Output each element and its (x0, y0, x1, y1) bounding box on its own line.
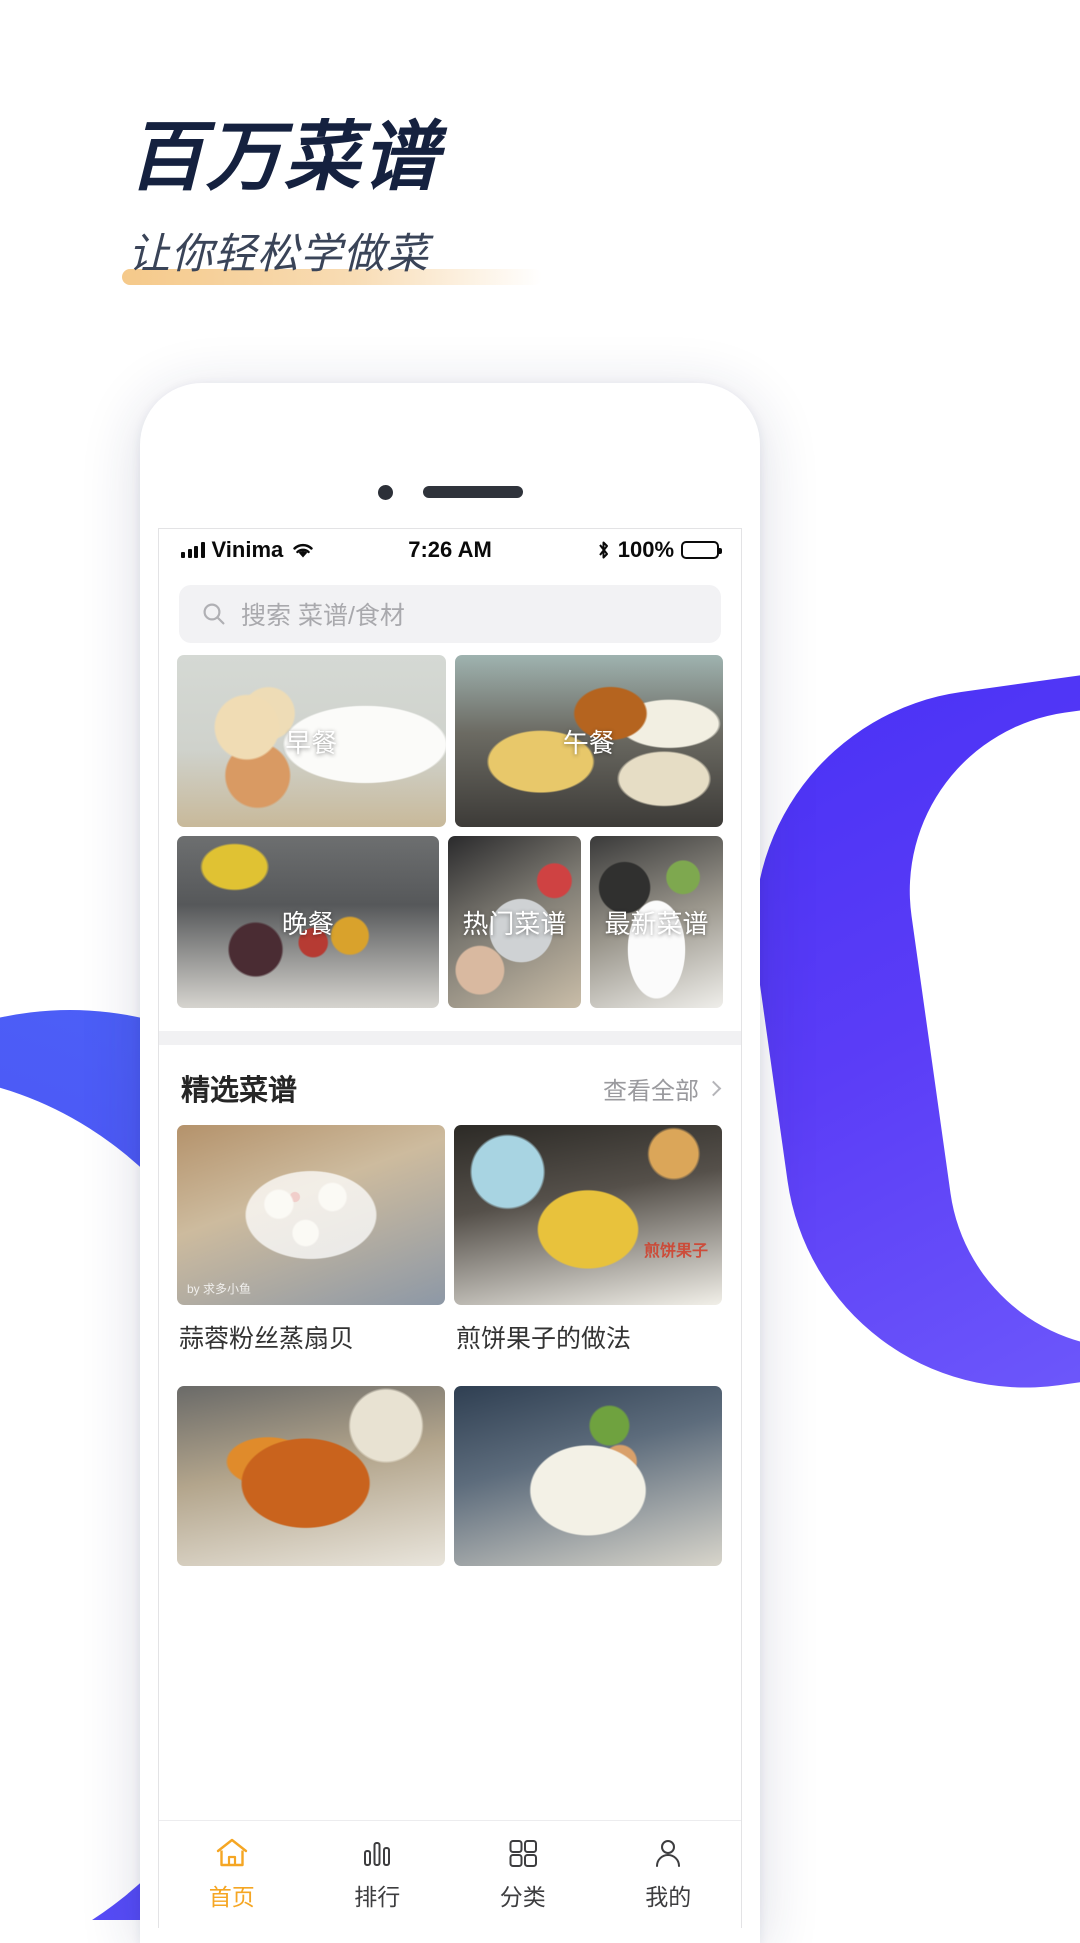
tab-ranking[interactable]: 排行 (305, 1837, 451, 1912)
category-tiles: 早餐 午餐 晚餐 热门菜谱 最新菜谱 (159, 655, 741, 1031)
front-camera-icon (377, 484, 393, 500)
bar-chart-icon (360, 1837, 394, 1869)
featured-section-header: 精选菜谱 查看全部 (159, 1045, 741, 1125)
tab-profile-label: 我的 (645, 1884, 692, 1910)
chevron-right-icon (705, 1080, 722, 1096)
status-bar: Vinima 7:26 AM 100% (159, 529, 741, 571)
phone-mockup: Vinima 7:26 AM 100% 搜索 菜谱/食材 早餐 午餐 晚餐 热门… (140, 383, 760, 1943)
tile-breakfast[interactable]: 早餐 (177, 655, 446, 827)
recipe-card[interactable]: 煎饼果子 煎饼果子的做法 (454, 1125, 722, 1377)
tab-home[interactable]: 首页 (159, 1837, 305, 1912)
battery-full-icon (681, 541, 723, 559)
category-row-2: 晚餐 热门菜谱 最新菜谱 (177, 836, 724, 1008)
tile-dinner[interactable]: 晚餐 (177, 836, 439, 1008)
grid-icon (506, 1837, 540, 1869)
recipe-photo-soup (454, 1386, 722, 1566)
promo-heading-block: 百万菜谱 让你轻松学做菜 (122, 115, 542, 285)
view-all-label: 查看全部 (603, 1077, 699, 1105)
recipe-card[interactable] (454, 1386, 722, 1566)
tab-categories-label: 分类 (499, 1884, 546, 1910)
phone-earpiece-area (140, 383, 760, 523)
section-divider (159, 1031, 741, 1045)
featured-title: 精选菜谱 (181, 1075, 298, 1107)
tab-profile[interactable]: 我的 (596, 1837, 742, 1912)
recipe-photo-jianbing: 煎饼果子 (454, 1125, 722, 1305)
recipe-card[interactable]: by 求多小鱼 蒜蓉粉丝蒸扇贝 (177, 1125, 445, 1377)
recipe-photo-scallop: by 求多小鱼 (177, 1125, 445, 1305)
recipe-card[interactable] (177, 1386, 445, 1566)
wifi-icon (290, 541, 316, 560)
recipe-photo-noodles (177, 1386, 445, 1566)
search-placeholder: 搜索 菜谱/食材 (241, 602, 405, 630)
earpiece-speaker (422, 486, 523, 498)
category-row-1: 早餐 午餐 (177, 655, 723, 827)
photo-watermark: 煎饼果子 (643, 1242, 708, 1260)
signal-bars-icon (181, 542, 205, 558)
bottom-tab-bar: 首页 排行 分类 我的 (159, 1820, 741, 1928)
photo-watermark: by 求多小鱼 (187, 1282, 252, 1296)
promo-subtitle: 让你轻松学做菜 (128, 229, 430, 277)
tile-hot-recipes[interactable]: 热门菜谱 (447, 836, 581, 1008)
tile-lunch-label: 午餐 (562, 727, 615, 758)
tab-categories[interactable]: 分类 (450, 1837, 596, 1912)
home-icon (215, 1837, 249, 1869)
carrier-label: Vinima (211, 537, 284, 562)
recipe-title: 蒜蓉粉丝蒸扇贝 (179, 1325, 355, 1353)
bluetooth-icon (596, 539, 611, 561)
tab-ranking-label: 排行 (354, 1884, 401, 1910)
tile-new-recipes-label: 最新菜谱 (604, 908, 709, 939)
tile-hot-recipes-label: 热门菜谱 (462, 908, 567, 939)
tile-new-recipes[interactable]: 最新菜谱 (589, 836, 724, 1008)
tile-dinner-label: 晚餐 (281, 908, 334, 939)
tab-home-label: 首页 (208, 1884, 255, 1910)
tile-breakfast-label: 早餐 (285, 727, 338, 758)
promo-subtitle-block: 让你轻松学做菜 (122, 220, 542, 285)
view-all-button[interactable]: 查看全部 (603, 1071, 722, 1106)
tile-lunch[interactable]: 午餐 (454, 655, 723, 827)
recipe-title: 煎饼果子的做法 (456, 1325, 632, 1353)
status-time: 7:26 AM (408, 537, 492, 562)
promo-title: 百万菜谱 (128, 115, 440, 200)
search-input[interactable]: 搜索 菜谱/食材 (179, 585, 721, 643)
phone-screen: Vinima 7:26 AM 100% 搜索 菜谱/食材 早餐 午餐 晚餐 热门… (158, 528, 742, 1928)
featured-recipe-grid: by 求多小鱼 蒜蓉粉丝蒸扇贝 煎饼果子 煎饼果子的做法 (159, 1125, 741, 1566)
battery-percent-label: 100% (617, 537, 675, 562)
user-icon (651, 1837, 685, 1869)
search-icon (201, 601, 227, 627)
